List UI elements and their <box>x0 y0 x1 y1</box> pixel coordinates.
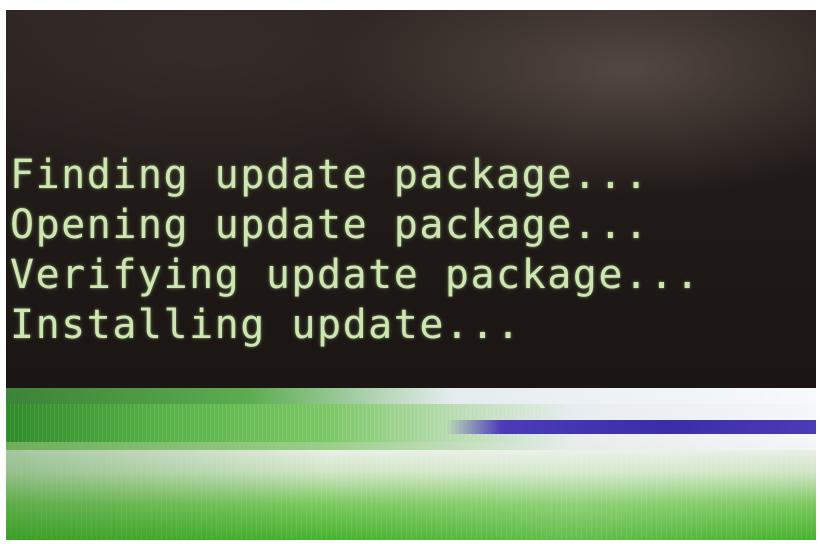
console-line-verifying: Verifying update package... <box>10 252 701 298</box>
photo-frame: Finding update package... Opening update… <box>0 0 820 544</box>
display-glitch-purple-line <box>446 420 816 434</box>
display-glitch-highlight <box>6 388 816 404</box>
console-line-finding: Finding update package... <box>10 152 650 198</box>
console-output: Finding update package... Opening update… <box>10 150 810 350</box>
display-glitch-divider <box>6 442 816 450</box>
display-glitch-lower-fade <box>6 450 816 540</box>
console-line-installing: Installing update... <box>10 302 522 348</box>
console-line-opening: Opening update package... <box>10 202 650 248</box>
recovery-screen: Finding update package... Opening update… <box>6 10 816 540</box>
